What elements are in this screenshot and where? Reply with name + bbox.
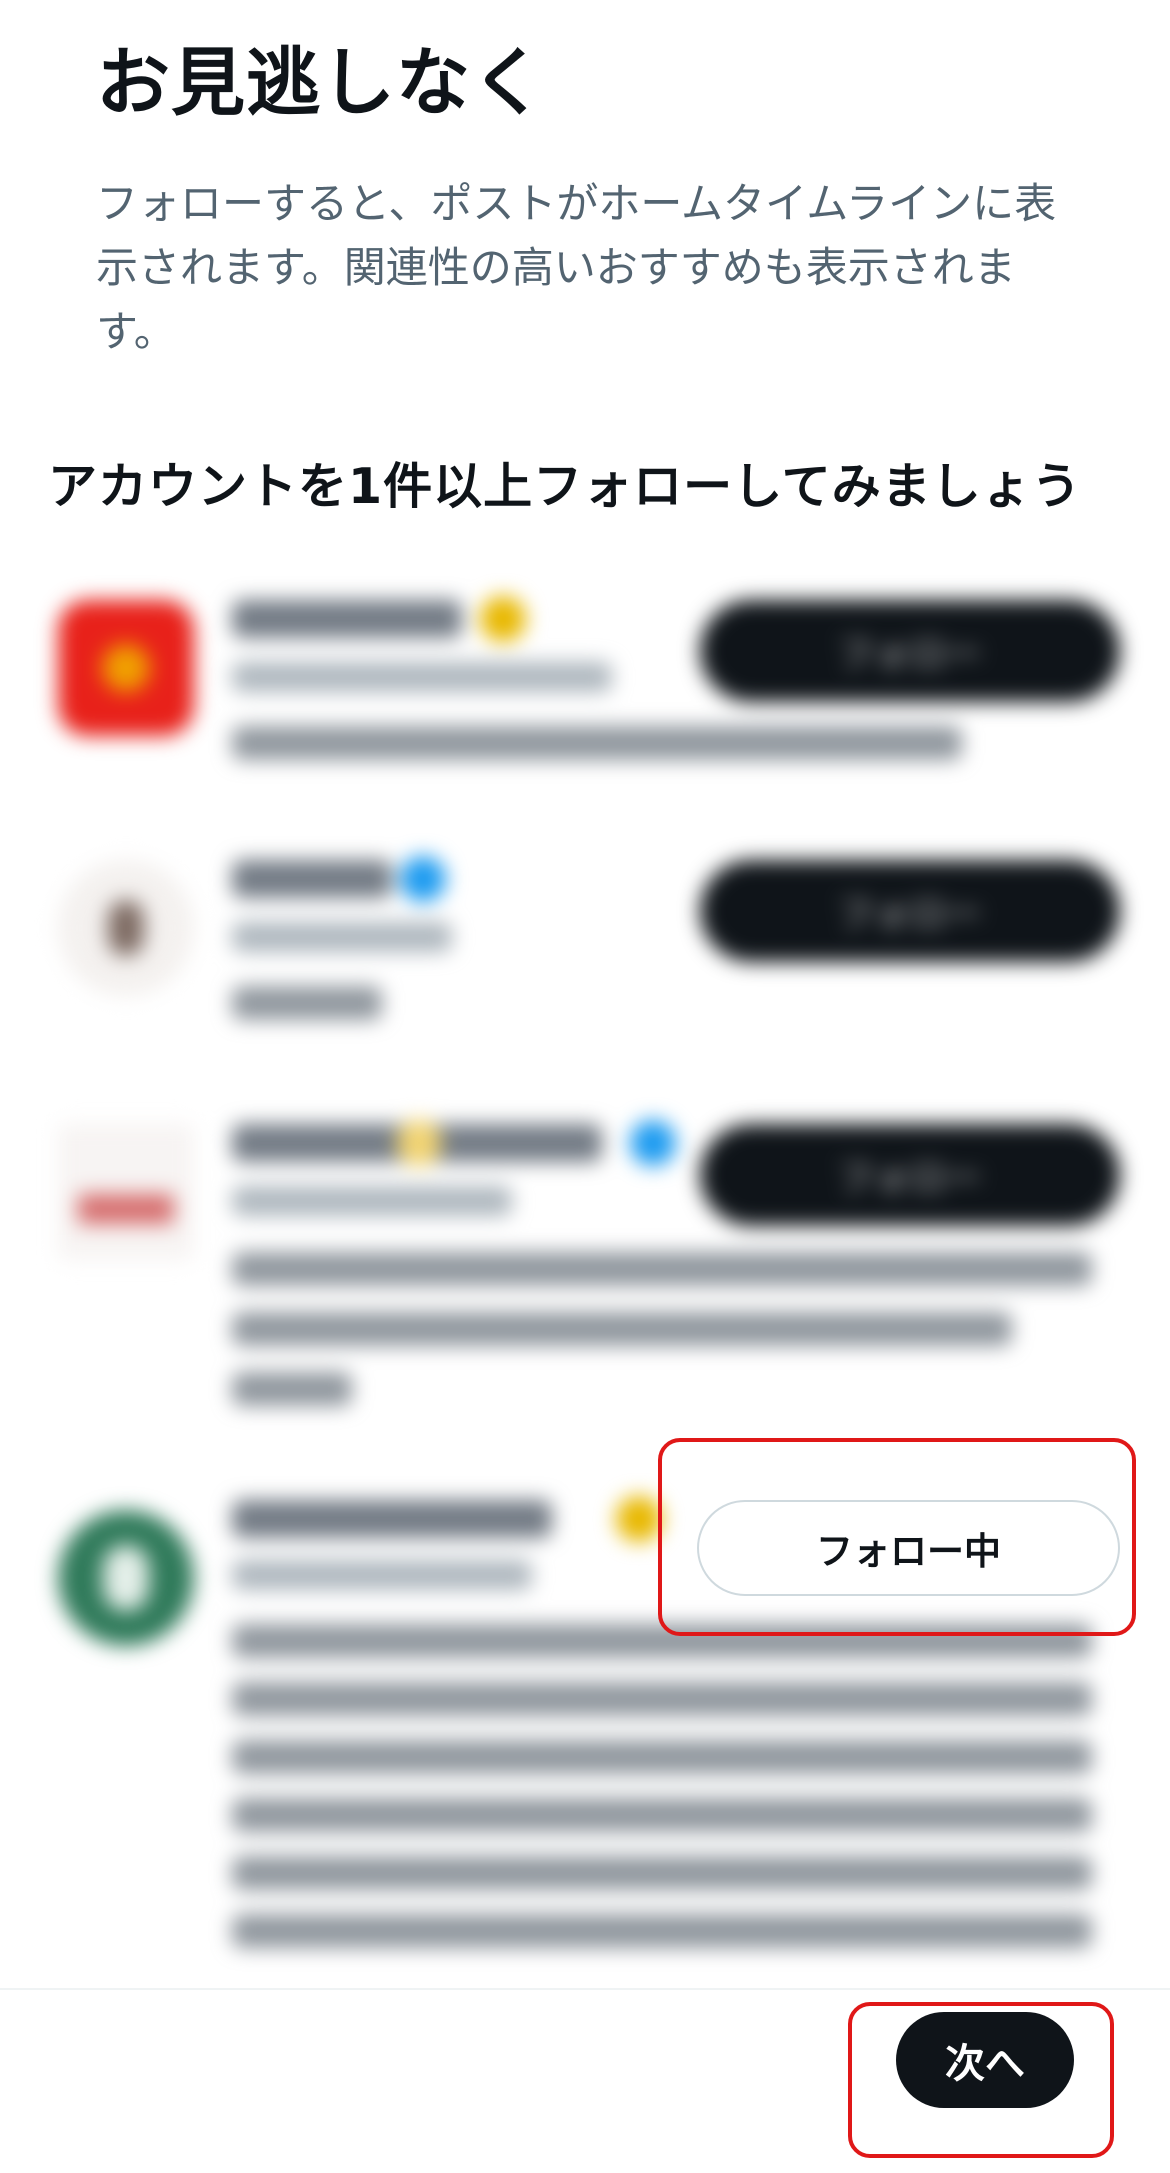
account-bio (232, 1856, 1092, 1890)
follow-button[interactable]: フォロー (700, 1124, 1120, 1226)
account-bio (232, 1740, 1092, 1774)
highlight-box (848, 2002, 1114, 2158)
account-name (232, 1500, 552, 1538)
account-bio (232, 986, 382, 1020)
account-handle (232, 922, 452, 952)
account-bio (232, 1914, 1092, 1948)
account-bio (232, 1312, 1012, 1346)
account-card[interactable]: フォロー (0, 856, 1170, 1020)
emoji-icon (396, 1120, 442, 1166)
logo-icon (102, 644, 150, 692)
account-name (232, 600, 462, 638)
page-title: お見逃しなく (96, 40, 546, 126)
avatar[interactable] (58, 600, 194, 736)
verified-badge-icon (400, 856, 446, 902)
account-bio (232, 1372, 352, 1406)
account-bio (232, 1252, 1092, 1286)
follow-prompt-heading: アカウントを1件以上フォローしてみましょう (48, 458, 1082, 515)
account-handle (232, 1186, 512, 1216)
account-bio (232, 1682, 1092, 1716)
verified-badge-icon (480, 596, 526, 642)
avatar-figure-icon (78, 1194, 174, 1224)
avatar[interactable] (58, 1510, 194, 1646)
follow-button[interactable]: フォロー (700, 600, 1120, 702)
account-card[interactable]: フォロー (0, 596, 1170, 760)
account-handle (232, 662, 612, 692)
account-handle (232, 1560, 532, 1590)
page-description: フォローすると、ポストがホームタイムラインに表示されます。関連性の高いおすすめも… (96, 179, 1057, 356)
account-bio (232, 1798, 1092, 1832)
onboarding-follow-page: お見逃しなく フォローすると、ポストがホームタイムラインに表示されます。関連性の… (0, 0, 1170, 2173)
avatar-figure-icon (108, 900, 144, 956)
verified-badge-icon (630, 1120, 676, 1166)
account-card[interactable]: フォロー (0, 1120, 1170, 1406)
account-name (232, 860, 392, 898)
avatar[interactable] (58, 1124, 194, 1260)
verified-badge-icon (616, 1496, 662, 1542)
avatar[interactable] (58, 860, 194, 996)
account-bio (232, 726, 962, 760)
highlight-box (658, 1438, 1136, 1636)
follow-button[interactable]: フォロー (700, 860, 1120, 962)
avatar-figure-icon (103, 1545, 149, 1611)
